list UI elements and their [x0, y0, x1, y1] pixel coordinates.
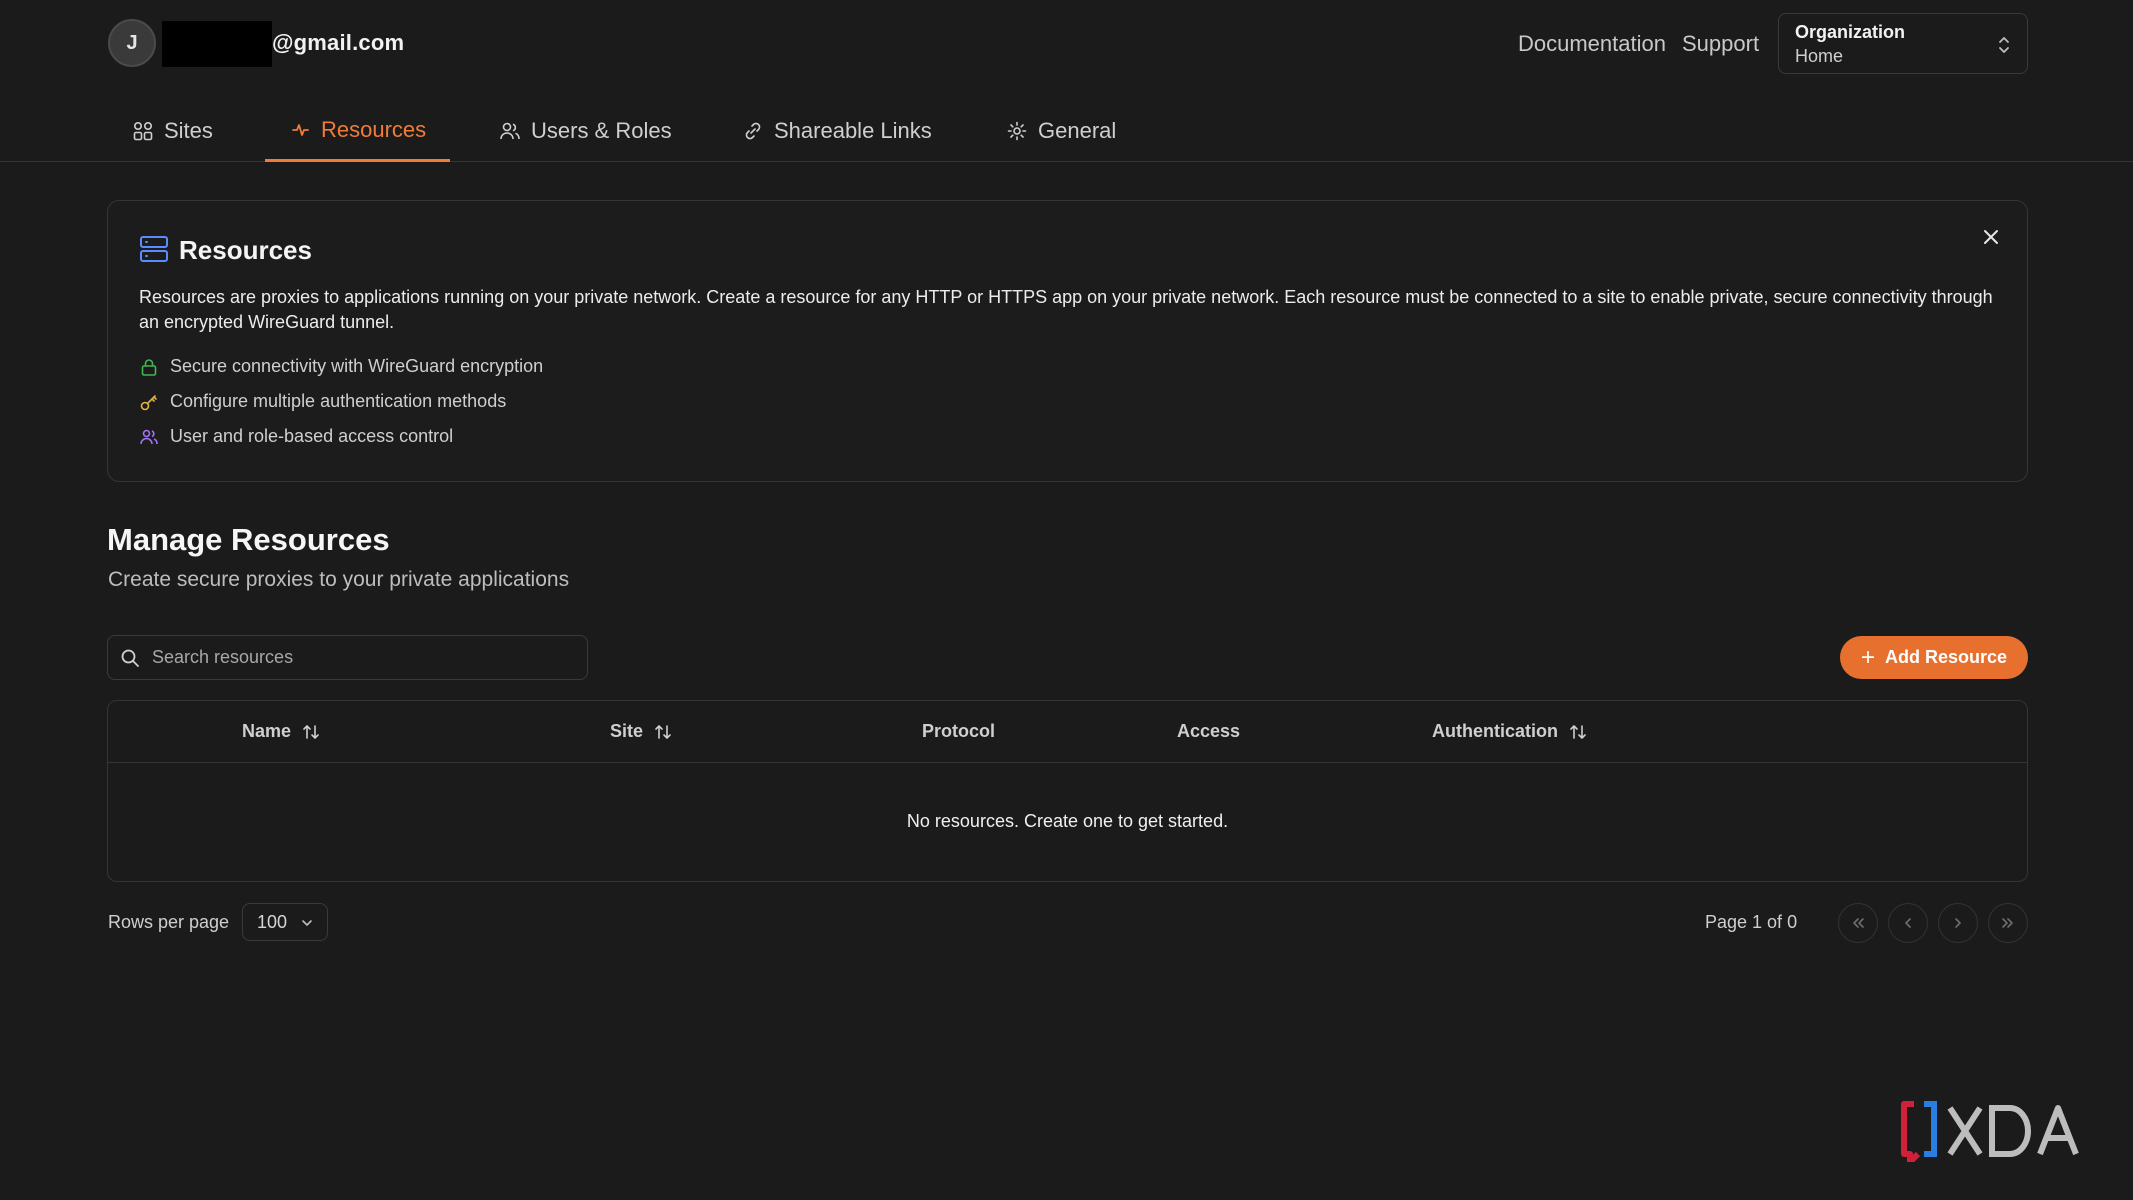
rows-per-page-select[interactable]: 100 — [242, 903, 328, 941]
first-page-button[interactable] — [1838, 903, 1878, 943]
link-icon — [745, 122, 761, 140]
tab-label: Sites — [164, 118, 213, 143]
feature-text: User and role-based access control — [170, 426, 454, 446]
lock-icon — [141, 358, 157, 376]
column-label: Site — [610, 721, 644, 741]
resources-icon — [292, 123, 309, 136]
organization-label: Organization — [1795, 22, 1906, 42]
feature-item: Secure connectivity with WireGuard encry… — [139, 356, 543, 377]
tab-sites[interactable]: Sites — [108, 100, 237, 162]
chevron-up-down-icon — [1999, 37, 2009, 53]
page-subtitle: Create secure proxies to your private ap… — [108, 568, 570, 591]
add-resource-label: Add Resource — [1884, 647, 2008, 667]
last-page-button[interactable] — [1988, 903, 2028, 943]
chevron-right-icon — [1955, 918, 1961, 928]
sort-icon — [303, 724, 319, 739]
column-label: Name — [242, 721, 292, 741]
column-header-name[interactable]: Name — [242, 721, 320, 742]
add-resource-button[interactable]: + Add Resource — [1840, 636, 2028, 679]
tab-label: Shareable Links — [774, 118, 932, 143]
next-page-button[interactable] — [1938, 903, 1978, 943]
rows-per-page-value: 100 — [257, 911, 288, 932]
column-label: Authentication — [1432, 721, 1558, 741]
search-input[interactable] — [152, 647, 572, 668]
sort-icon — [1570, 724, 1586, 739]
info-card-title: Resources — [179, 235, 312, 265]
tab-resources[interactable]: Resources — [265, 100, 451, 162]
redacted-username — [162, 21, 272, 67]
column-header-site[interactable]: Site — [610, 721, 672, 742]
chevrons-right-icon — [2002, 918, 2013, 928]
gear-icon — [1007, 121, 1027, 141]
search-field[interactable] — [107, 635, 588, 680]
column-header-protocol: Protocol — [922, 721, 995, 742]
feature-item: Configure multiple authentication method… — [139, 391, 506, 412]
empty-table-message: No resources. Create one to get started. — [906, 811, 1229, 831]
rows-per-page-label: Rows per page — [108, 912, 230, 932]
top-bar: J @gmail.com Documentation Support Organ… — [0, 0, 2133, 88]
users-icon — [500, 122, 520, 140]
chevron-left-icon — [1905, 918, 1911, 928]
support-link[interactable]: Support — [1682, 31, 1759, 57]
resources-table: Name Site Protocol Access Authentication — [107, 700, 2028, 882]
main-tabs: Sites Resources Users & Roles Shareable … — [0, 100, 2133, 162]
feature-text: Secure connectivity with WireGuard encry… — [170, 356, 544, 376]
sort-icon — [655, 724, 671, 739]
feature-text: Configure multiple authentication method… — [170, 391, 507, 411]
chevron-down-icon — [302, 920, 312, 926]
server-icon — [140, 236, 168, 262]
info-card-description: Resources are proxies to applications ru… — [139, 287, 1993, 332]
column-label: Protocol — [922, 721, 996, 741]
tab-label: Resources — [321, 116, 427, 142]
sites-icon — [133, 121, 153, 141]
column-label: Access — [1177, 721, 1241, 741]
page-title: Manage Resources — [107, 522, 390, 557]
previous-page-button[interactable] — [1888, 903, 1928, 943]
search-icon — [121, 649, 139, 667]
tab-general[interactable]: General — [982, 100, 1140, 162]
plus-icon: + — [1860, 643, 1875, 671]
key-icon — [140, 394, 157, 410]
table-header: Name Site Protocol Access Authentication — [108, 701, 2027, 763]
users-icon — [140, 429, 158, 444]
tab-label: General — [1038, 118, 1117, 143]
organization-value: Home — [1795, 46, 1844, 66]
documentation-link[interactable]: Documentation — [1518, 31, 1666, 57]
app-root: J @gmail.com Documentation Support Organ… — [0, 0, 2133, 1200]
feature-item: User and role-based access control — [139, 426, 453, 447]
avatar[interactable]: J — [108, 19, 156, 67]
page-info: Page 1 of 0 — [1705, 912, 1798, 932]
organization-selector[interactable]: Organization Home — [1778, 13, 2028, 74]
column-header-authentication[interactable]: Authentication — [1432, 721, 1587, 742]
close-icon[interactable] — [1979, 225, 2003, 249]
tab-users-roles[interactable]: Users & Roles — [475, 100, 696, 162]
chevrons-left-icon — [1853, 918, 1864, 928]
tab-label: Users & Roles — [531, 118, 672, 143]
tab-shareable-links[interactable]: Shareable Links — [718, 100, 956, 162]
column-header-access: Access — [1177, 721, 1240, 742]
xda-logo — [1901, 1101, 2079, 1162]
user-email: @gmail.com — [272, 30, 405, 55]
